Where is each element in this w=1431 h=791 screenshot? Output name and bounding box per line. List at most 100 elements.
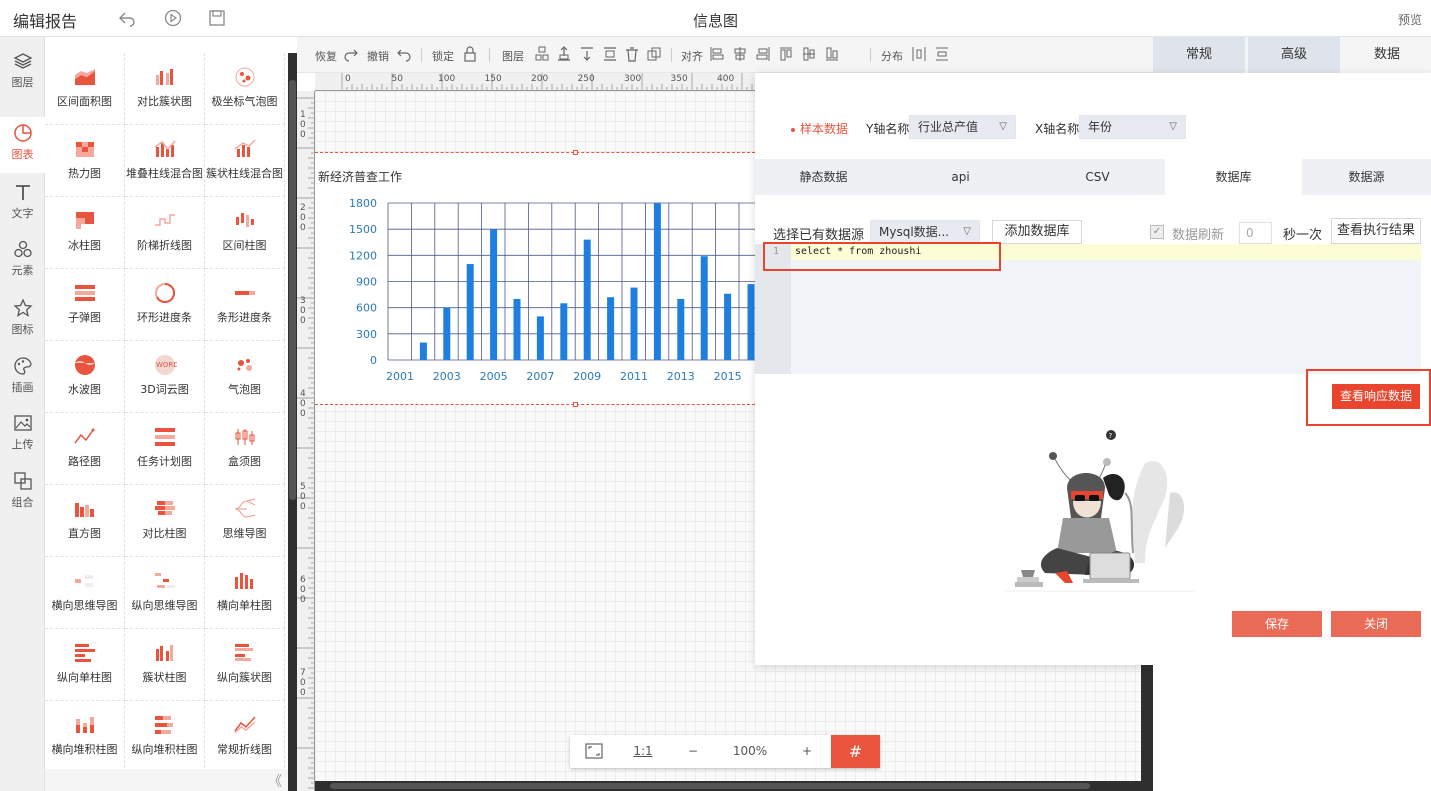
chart-type-item[interactable]: 对比簇状图: [125, 53, 205, 125]
zoom-out-button[interactable]: −: [669, 735, 717, 768]
chart-type-item[interactable]: 直方图: [45, 485, 125, 557]
nav-item-upload[interactable]: 上传: [0, 407, 45, 463]
layer-button[interactable]: 图层: [502, 48, 524, 64]
align-bottom-icon[interactable]: [825, 46, 839, 62]
tab-database[interactable]: 数据库: [1165, 159, 1302, 195]
canvas-h-scrollbar-thumb[interactable]: [330, 783, 1090, 789]
tab-datasource[interactable]: 数据源: [1302, 159, 1431, 195]
chart-type-item[interactable]: 任务计划图: [125, 413, 205, 485]
nav-item-group[interactable]: 组合: [0, 465, 45, 521]
send-backward-icon[interactable]: [580, 46, 594, 62]
chart-type-item[interactable]: 纵向思维导图: [125, 557, 205, 629]
nav-item-icons[interactable]: 图标: [0, 292, 45, 348]
nav-item-text[interactable]: 文字: [0, 176, 45, 232]
chart-type-item[interactable]: 簇状柱图: [125, 629, 205, 701]
align-top-icon[interactable]: [779, 46, 793, 62]
lock-icon[interactable]: [463, 46, 477, 62]
align-center-h-icon[interactable]: [733, 46, 747, 62]
copy-layer-icon[interactable]: [647, 46, 661, 62]
distribute-v-icon[interactable]: [935, 46, 949, 62]
preview-button[interactable]: 预览: [1398, 11, 1422, 28]
add-database-button[interactable]: 添加数据库: [992, 220, 1082, 244]
chart-type-item[interactable]: 极坐标气泡图: [205, 53, 285, 125]
refresh-interval-input[interactable]: 0: [1239, 222, 1272, 244]
lock-button[interactable]: 锁定: [432, 48, 454, 64]
chart-type-item[interactable]: 冰柱图: [45, 197, 125, 269]
tab-static-data[interactable]: 静态数据: [755, 159, 892, 195]
chart-type-item[interactable]: 对比柱图: [125, 485, 205, 557]
chart-type-item[interactable]: 热力图: [45, 125, 125, 197]
tab-data[interactable]: 数据: [1343, 37, 1431, 73]
fit-screen-button[interactable]: [570, 735, 617, 768]
undo-button[interactable]: 撤销: [367, 48, 389, 64]
grid-toggle-button[interactable]: #: [831, 735, 880, 768]
chart-type-label: 纵向思维导图: [131, 599, 198, 612]
nav-item-layers[interactable]: 图层: [0, 45, 45, 101]
chart-type-item[interactable]: 堆叠柱线混合图: [125, 125, 205, 197]
align-middle-icon[interactable]: [802, 46, 816, 62]
datasource-select[interactable]: Mysql数据... ▽: [870, 220, 980, 244]
tab-csv[interactable]: CSV: [1029, 159, 1166, 195]
save-icon[interactable]: [208, 9, 226, 27]
play-icon[interactable]: [164, 9, 182, 27]
chart-type-item[interactable]: 簇状柱线混合图: [205, 125, 285, 197]
chart-type-item[interactable]: 环形进度条: [125, 269, 205, 341]
chart-type-item[interactable]: 常规折线图: [205, 701, 285, 769]
align-left-icon[interactable]: [710, 46, 724, 62]
nav-item-charts[interactable]: 图表: [0, 117, 45, 173]
save-button[interactable]: 保存: [1232, 611, 1322, 637]
tab-general[interactable]: 常规: [1153, 37, 1245, 73]
group-icon: [13, 471, 33, 491]
chart-type-item[interactable]: 纵向堆积柱图: [125, 701, 205, 769]
redo-icon[interactable]: [344, 46, 358, 62]
undo-icon[interactable]: [397, 46, 411, 62]
chart-type-item[interactable]: 区间柱图: [205, 197, 285, 269]
align-right-icon[interactable]: [756, 46, 770, 62]
send-to-back-icon[interactable]: [625, 46, 639, 62]
chart-type-label: 直方图: [68, 527, 101, 540]
nav-item-elements[interactable]: 元素: [0, 233, 45, 289]
bring-forward-icon[interactable]: [557, 46, 571, 62]
nav-item-illustrations[interactable]: 插画: [0, 350, 45, 406]
chart-type-item[interactable]: 区间面积图: [45, 53, 125, 125]
tab-api[interactable]: api: [892, 159, 1029, 195]
distribute-h-icon[interactable]: [912, 46, 926, 62]
distribute-button[interactable]: 分布: [881, 48, 903, 64]
tab-advanced[interactable]: 高级: [1248, 37, 1340, 73]
x-axis-select[interactable]: 年份 ▽: [1079, 115, 1186, 139]
chart-type-item[interactable]: 条形进度条: [205, 269, 285, 341]
library-scrollbar-thumb[interactable]: [289, 80, 296, 500]
chart-type-item[interactable]: 盒须图: [205, 413, 285, 485]
chart-type-item[interactable]: 横向单柱图: [205, 557, 285, 629]
chart-type-item[interactable]: 横向堆积柱图: [45, 701, 125, 769]
chart-widget[interactable]: 0 300 600 900 1200 1500 1800 2001 2003 2005 2007 20…: [315, 150, 755, 407]
close-button[interactable]: 关闭: [1331, 611, 1421, 637]
gantt-chart-icon: [154, 428, 175, 446]
chart-type-item[interactable]: 阶梯折线图: [125, 197, 205, 269]
bring-to-front-icon[interactable]: [603, 46, 617, 62]
ruler-label: 0: [300, 409, 306, 419]
zoom-in-button[interactable]: +: [783, 735, 831, 768]
chart-type-item[interactable]: 水波图: [45, 341, 125, 413]
redo-button[interactable]: 恢复: [315, 48, 337, 64]
nav-label: 上传: [11, 438, 34, 451]
align-button[interactable]: 对齐: [681, 48, 703, 64]
chart-type-item[interactable]: 气泡图: [205, 341, 285, 413]
chart-type-item[interactable]: 纵向簇状图: [205, 629, 285, 701]
chart-type-item[interactable]: 横向思维导图: [45, 557, 125, 629]
actual-size-button[interactable]: 1:1: [617, 735, 669, 768]
chart-type-item[interactable]: 思维导图: [205, 485, 285, 557]
x-tick-label: 2015: [714, 370, 742, 383]
y-axis-select[interactable]: 行业总产值 ▽: [909, 115, 1016, 139]
chart-type-item[interactable]: 子弹图: [45, 269, 125, 341]
refresh-checkbox[interactable]: ✓: [1150, 225, 1164, 239]
chart-type-item[interactable]: 路径图: [45, 413, 125, 485]
view-exec-result-button[interactable]: 查看执行结果: [1331, 218, 1421, 244]
view-response-data-button[interactable]: 查看响应数据: [1332, 384, 1420, 409]
chart-type-item[interactable]: 纵向单柱图: [45, 629, 125, 701]
chart-type-item[interactable]: WORD 3D词云图: [125, 341, 205, 413]
y-tick-label: 300: [356, 328, 377, 341]
back-icon[interactable]: [118, 9, 136, 27]
layer-arrange-icon[interactable]: [535, 46, 549, 62]
collapse-icon[interactable]: 《: [268, 771, 282, 791]
